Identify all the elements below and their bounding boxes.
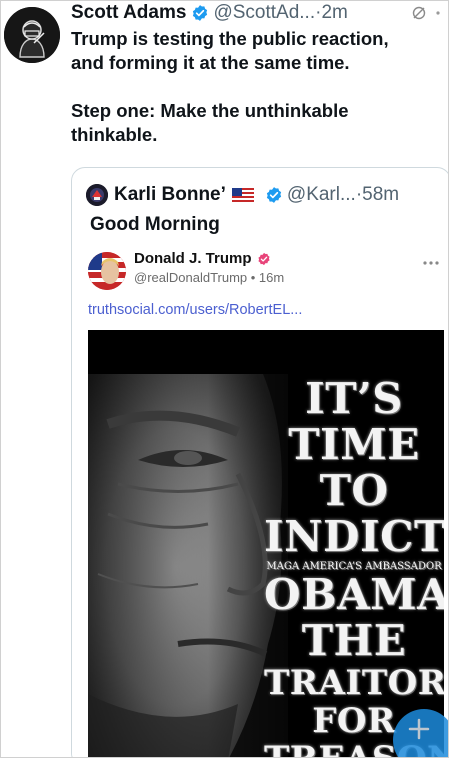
- meme-line: OBAMA: [264, 570, 444, 619]
- meme-image: IT’S TIME TO INDICT MAGA AMERICA’S AMBAS…: [88, 330, 444, 758]
- flag-us-icon: [231, 188, 254, 202]
- truth-author-name: Donald J. Trump: [134, 250, 252, 267]
- meme-line: TRAITOR: [264, 663, 444, 703]
- quoted-author-handle[interactable]: @Karl...: [287, 184, 356, 206]
- outer-tweet-time[interactable]: 2m: [321, 2, 347, 24]
- screenshot-frame: Scott Adams @ScottAd... · 2m Trump is te…: [0, 0, 449, 758]
- more-dot-icon: [436, 11, 440, 15]
- meme-caption: IT’S TIME TO INDICT MAGA AMERICA’S AMBAS…: [264, 378, 444, 758]
- truth-author-handle: @realDonaldTrump • 16m: [134, 270, 285, 285]
- quoted-tweet-header: Karli Bonne’ @Karl... · 58m: [86, 182, 399, 208]
- quoted-tweet-card[interactable]: Karli Bonne’ @Karl... · 58m Good Morning: [71, 167, 448, 758]
- quoted-author-name[interactable]: Karli Bonne’: [114, 184, 226, 206]
- meme-line: THE: [301, 616, 407, 665]
- face-portrait-image: [88, 374, 288, 757]
- quoted-tweet-time[interactable]: 58m: [362, 184, 399, 206]
- verified-badge-icon: [193, 5, 208, 21]
- more-icon: [423, 261, 439, 265]
- truth-post-link: truthsocial.com/users/RobertEL...: [88, 302, 303, 318]
- outer-author-name[interactable]: Scott Adams: [71, 2, 186, 24]
- meme-line: TO: [319, 466, 389, 515]
- outer-body-line: thinkable.: [71, 124, 158, 145]
- truth-post-card: Donald J. Trump @realDonaldTrump • 16m t…: [72, 246, 448, 758]
- verified-badge-icon: [257, 252, 270, 265]
- verified-badge-icon: [266, 187, 282, 203]
- scott-adams-avatar[interactable]: [4, 7, 60, 63]
- outer-author-handle[interactable]: @ScottAd...: [213, 2, 315, 24]
- quoted-tweet-body: Good Morning: [90, 214, 220, 235]
- outer-tweet-body: Trump is testing the public reaction, an…: [71, 27, 443, 147]
- plus-icon: [408, 718, 430, 740]
- meme-line: TIME: [288, 420, 420, 469]
- meme-line: IT’S: [305, 374, 403, 423]
- truth-author-row: Donald J. Trump: [134, 250, 271, 267]
- mute-icon[interactable]: [411, 5, 427, 21]
- meme-line: INDICT: [264, 512, 444, 561]
- trump-avatar: [88, 252, 126, 290]
- outer-body-line: Trump is testing the public reaction,: [71, 28, 389, 49]
- outer-body-line: and forming it at the same time.: [71, 52, 350, 73]
- outer-body-line: Step one: Make the unthinkable: [71, 100, 349, 121]
- outer-tweet-header: Scott Adams @ScottAd... · 2m: [71, 1, 443, 25]
- karli-avatar[interactable]: [86, 184, 108, 206]
